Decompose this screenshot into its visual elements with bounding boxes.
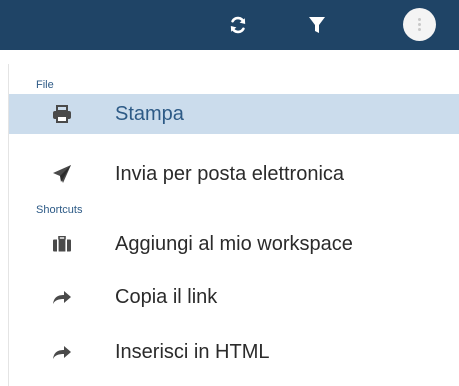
menu-item-label: Stampa bbox=[115, 102, 184, 125]
share-arrow-icon bbox=[51, 341, 73, 363]
menu-item-copy-link[interactable]: Copia il link bbox=[9, 277, 459, 317]
filter-icon[interactable] bbox=[305, 13, 329, 37]
menu-item-label: Invia per posta elettronica bbox=[115, 162, 345, 185]
section-label-file: File bbox=[36, 79, 54, 91]
kebab-menu-icon bbox=[418, 17, 421, 32]
menu-item-send-email[interactable]: Invia per posta elettronica bbox=[9, 154, 459, 194]
dropdown-menu: File Stampa Invia per posta elettronica … bbox=[8, 64, 459, 386]
menu-item-label: Inserisci in HTML bbox=[115, 340, 270, 363]
send-icon bbox=[51, 163, 73, 185]
refresh-icon[interactable] bbox=[226, 13, 250, 37]
menu-item-add-workspace[interactable]: Aggiungi al mio workspace bbox=[9, 224, 459, 264]
menu-item-label: Aggiungi al mio workspace bbox=[115, 232, 353, 255]
more-options-button[interactable] bbox=[403, 8, 436, 41]
printer-icon bbox=[51, 103, 73, 125]
menu-item-label: Copia il link bbox=[115, 285, 218, 308]
briefcase-icon bbox=[51, 233, 73, 255]
top-toolbar bbox=[0, 0, 459, 50]
page: File Stampa Invia per posta elettronica … bbox=[0, 0, 459, 386]
share-arrow-icon bbox=[51, 286, 73, 308]
section-label-shortcuts: Shortcuts bbox=[36, 204, 83, 216]
menu-item-embed-html[interactable]: Inserisci in HTML bbox=[9, 332, 459, 372]
menu-item-print[interactable]: Stampa bbox=[9, 94, 459, 134]
